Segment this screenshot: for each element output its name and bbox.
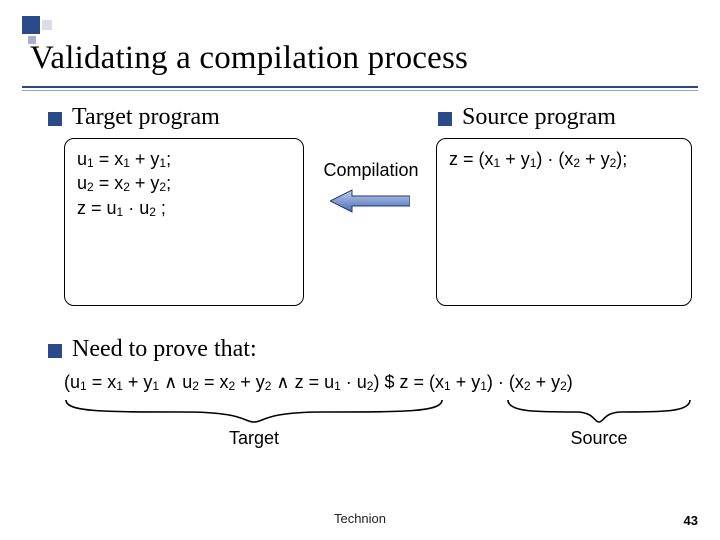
arrow-left-icon bbox=[330, 188, 410, 214]
slide: Validating a compilation process Target … bbox=[0, 0, 720, 540]
corner-decoration bbox=[22, 16, 58, 38]
source-heading: Source program bbox=[462, 104, 616, 131]
source-brace bbox=[506, 398, 692, 424]
target-code-box: u1 = x1 + y1;u2 = x2 + y2;z = u1 · u2 ; bbox=[64, 138, 304, 306]
slide-title: Validating a compilation process bbox=[30, 40, 468, 77]
target-brace-label: Target bbox=[64, 428, 444, 449]
prove-formula: (u1 = x1 + y1 ∧ u2 = x2 + y2 ∧ z = u1 · … bbox=[64, 372, 573, 393]
bullet-icon bbox=[48, 344, 62, 358]
source-brace-label: Source bbox=[506, 428, 692, 449]
compilation-arrow bbox=[330, 188, 410, 218]
source-code: z = (x1 + y1) · (x2 + y2); bbox=[449, 149, 627, 169]
target-heading: Target program bbox=[72, 104, 220, 131]
page-number: 43 bbox=[684, 513, 698, 528]
compilation-label: Compilation bbox=[316, 160, 426, 181]
title-rule-shadow bbox=[22, 90, 698, 91]
source-code-box: z = (x1 + y1) · (x2 + y2); bbox=[436, 138, 692, 306]
target-code: u1 = x1 + y1;u2 = x2 + y2;z = u1 · u2 ; bbox=[77, 149, 171, 218]
title-rule bbox=[22, 86, 698, 88]
bullet-icon bbox=[438, 112, 452, 126]
target-brace bbox=[64, 398, 444, 424]
prove-heading: Need to prove that: bbox=[72, 336, 257, 363]
footer-org: Technion bbox=[0, 511, 720, 526]
bullet-icon bbox=[48, 112, 62, 126]
